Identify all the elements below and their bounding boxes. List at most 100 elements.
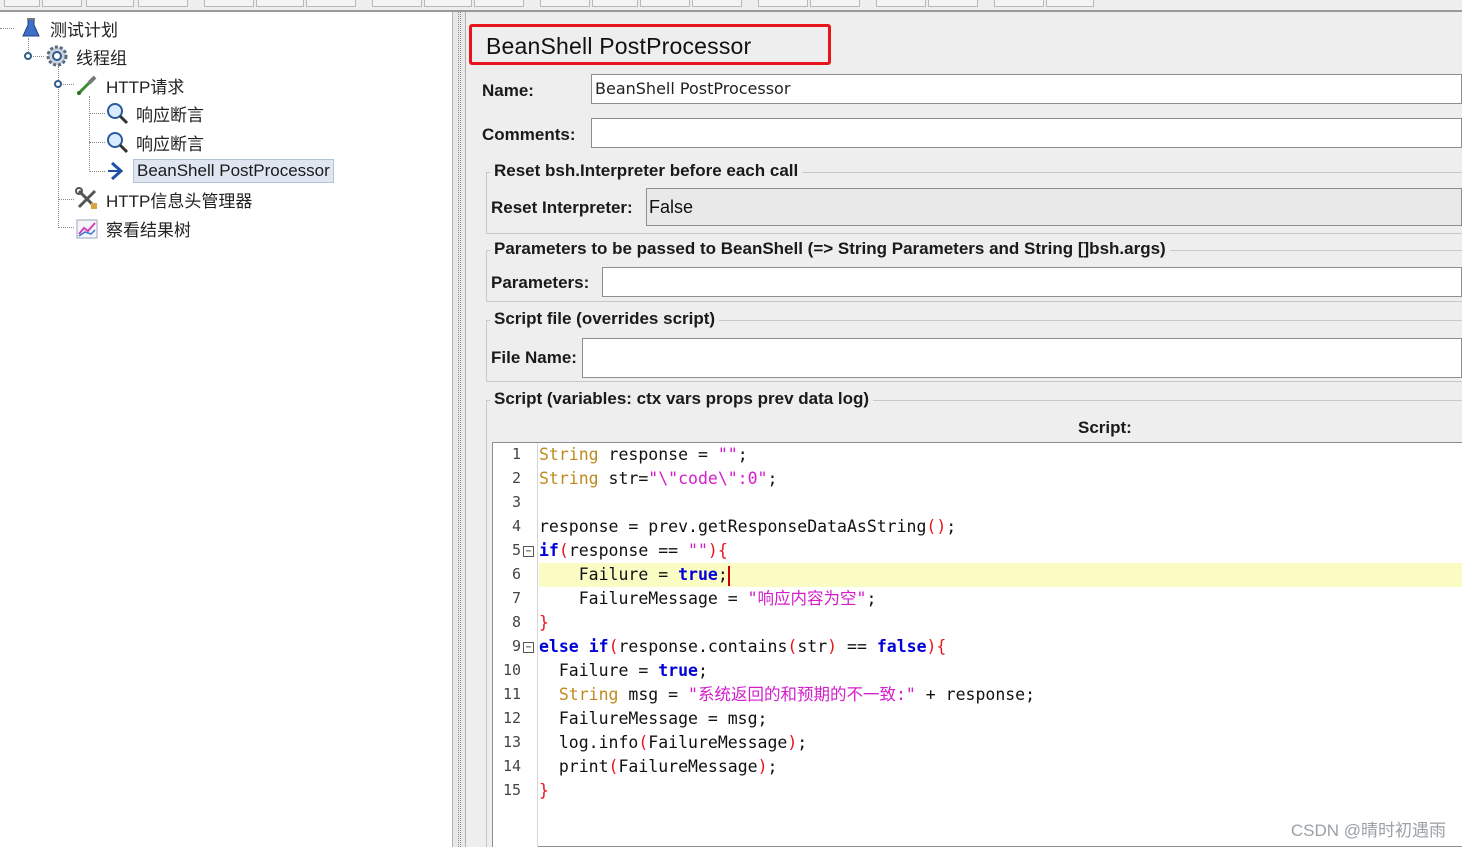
code-line: } [539, 779, 549, 803]
code-token: Failure = [539, 565, 679, 584]
flask-icon [18, 15, 44, 41]
toolbar-button[interactable] [42, 0, 82, 7]
code-token: response = prev.getResponseDataAsString [539, 517, 927, 536]
toolbar-button[interactable] [306, 0, 356, 7]
tree-item-label: 响应断言 [136, 134, 204, 154]
expand-handle[interactable] [54, 80, 62, 88]
code-token: FailureMessage = msg; [539, 709, 768, 728]
toolbar-button[interactable] [928, 0, 978, 7]
expand-handle[interactable] [24, 52, 32, 60]
toolbar-button[interactable] [138, 0, 188, 7]
code-token: "响应内容为空" [747, 589, 867, 608]
code-token: ( [787, 637, 798, 656]
code-token: ; [697, 661, 708, 680]
script-label: Script: [1078, 418, 1132, 437]
code-token: ; [946, 517, 957, 536]
file-name-field[interactable] [582, 338, 1462, 378]
text-caret [727, 565, 730, 586]
line-number: 9 [511, 637, 521, 655]
toolbar-button[interactable] [876, 0, 926, 7]
name-field[interactable]: BeanShell PostProcessor [591, 74, 1462, 104]
code-token: ; [737, 445, 748, 464]
code-token: response.contains [618, 637, 788, 656]
pipette-icon [74, 72, 100, 98]
tree-item-label: BeanShell PostProcessor [133, 159, 334, 183]
code-token: if [539, 541, 559, 560]
line-number: 11 [502, 685, 521, 703]
toolbar-button[interactable] [474, 0, 524, 7]
line-number: 10 [502, 661, 521, 679]
line-number-gutter: 1 2 3 4 5−6 7 8 9−10 11 12 13 14 15 [493, 443, 538, 847]
toolbar-button[interactable] [640, 0, 690, 7]
toolbar-button[interactable] [86, 0, 134, 7]
toolbar-button[interactable] [204, 0, 254, 7]
tree-item-beanshell-postprocessor[interactable]: BeanShell PostProcessor [104, 158, 334, 184]
tree-item-http-request[interactable]: HTTP请求 [74, 72, 187, 98]
code-token: ; [866, 589, 877, 608]
toolbar-button[interactable] [692, 0, 742, 7]
tree-item-label: HTTP信息头管理器 [106, 191, 253, 211]
tree-item-label: 测试计划 [50, 20, 118, 40]
tree-item-test-plan[interactable]: 测试计划 [18, 15, 121, 41]
code-token: str= [598, 469, 649, 488]
script-file-group-title: Script file (overrides script) [490, 309, 720, 329]
comments-field[interactable] [591, 118, 1462, 148]
tree-item-response-assertion[interactable]: 响应断言 [104, 100, 207, 126]
code-token: response = [598, 445, 718, 464]
script-editor[interactable]: 1 2 3 4 5−6 7 8 9−10 11 12 13 14 15 String response … [492, 442, 1462, 847]
code-token: msg = [618, 685, 689, 704]
code-line: } [539, 611, 549, 635]
line-number: 15 [502, 781, 521, 799]
line-number: 1 [511, 445, 521, 463]
code-line: log.info(FailureMessage); [539, 731, 807, 755]
parameters-label: Parameters: [491, 273, 590, 292]
toolbar-button[interactable] [256, 0, 304, 7]
tree-item-response-assertion[interactable]: 响应断言 [104, 129, 207, 155]
toolbar-button[interactable] [994, 0, 1044, 7]
code-line: FailureMessage = "响应内容为空"; [539, 587, 877, 611]
file-name-label: File Name: [491, 348, 577, 367]
pane-splitter[interactable] [452, 12, 466, 847]
toolbar-button[interactable] [592, 0, 638, 7]
code-token: + response; [915, 685, 1036, 704]
code-token: FailureMessage = [539, 589, 748, 608]
code-token: } [539, 613, 549, 632]
arrow-icon [104, 158, 130, 184]
toolbar-button[interactable] [810, 0, 860, 7]
toolbar-button[interactable] [1046, 0, 1094, 7]
code-token: "系统返回的和预期的不一致:" [688, 685, 916, 704]
line-number: 5 [511, 541, 521, 559]
code-token: false [876, 637, 927, 656]
reset-interpreter-select[interactable]: False [646, 188, 1462, 226]
fold-toggle-icon[interactable]: − [523, 642, 534, 653]
code-token: true [658, 661, 698, 680]
toolbar-button[interactable] [4, 0, 40, 7]
code-token: ; [767, 757, 778, 776]
magnifier-icon [104, 100, 130, 126]
code-token: ( [638, 733, 649, 752]
code-token: String [539, 685, 619, 704]
line-number: 8 [511, 613, 521, 631]
parameters-field[interactable] [602, 267, 1462, 297]
toolbar-button[interactable] [540, 0, 590, 7]
toolbar-button[interactable] [372, 0, 422, 7]
tree-item-thread-group[interactable]: 线程组 [44, 43, 130, 69]
magnifier-icon [104, 129, 130, 155]
code-token: true [678, 565, 718, 584]
code-token: ; [767, 469, 778, 488]
code-token: String [539, 469, 599, 488]
fold-toggle-icon[interactable]: − [523, 546, 534, 557]
code-token: str [797, 637, 828, 656]
line-number: 3 [511, 493, 521, 511]
line-number: 13 [502, 733, 521, 751]
toolbar-button[interactable] [758, 0, 808, 7]
line-number: 7 [511, 589, 521, 607]
code-token: String [539, 445, 599, 464]
code-token: ( [608, 637, 619, 656]
watermark: CSDN @晴时初遇雨 [1290, 821, 1446, 840]
code-line: print(FailureMessage); [539, 755, 778, 779]
tree-item-view-results-tree[interactable]: 察看结果树 [74, 215, 194, 241]
tree-item-http-header-manager[interactable]: HTTP信息头管理器 [74, 186, 255, 212]
code-token: } [539, 781, 549, 800]
toolbar-button[interactable] [424, 0, 472, 7]
